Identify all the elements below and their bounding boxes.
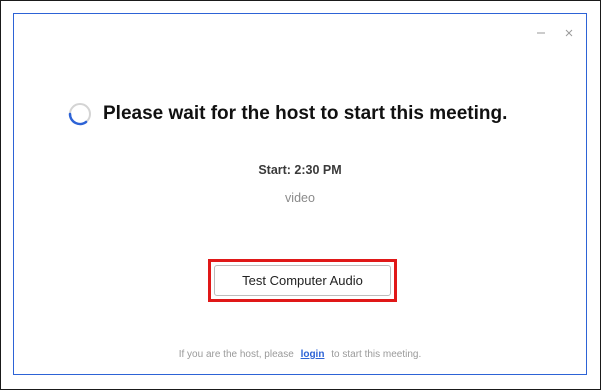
meeting-topic: video: [285, 191, 315, 205]
test-computer-audio-button[interactable]: Test Computer Audio: [214, 265, 391, 296]
heading-row: Please wait for the host to start this m…: [67, 101, 586, 127]
minimize-icon[interactable]: [534, 26, 548, 40]
login-link[interactable]: login: [301, 349, 325, 360]
page-title: Please wait for the host to start this m…: [103, 103, 508, 124]
host-login-footer: If you are the host, please login to sta…: [14, 349, 586, 360]
close-icon[interactable]: [562, 26, 576, 40]
meeting-start-time: Start: 2:30 PM: [258, 163, 342, 177]
footer-suffix: to start this meeting.: [331, 349, 422, 360]
waiting-room-window: Please wait for the host to start this m…: [13, 13, 587, 375]
footer-prefix: If you are the host, please: [178, 349, 294, 360]
window-controls: [534, 26, 576, 40]
loading-spinner-icon: [67, 101, 93, 127]
